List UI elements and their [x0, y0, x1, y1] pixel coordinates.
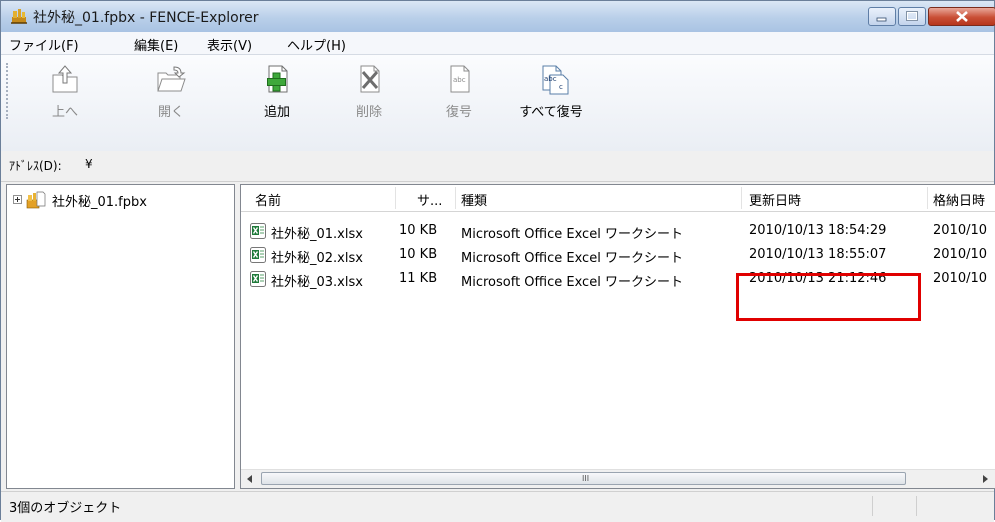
up-label: 上へ — [51, 105, 78, 120]
column-size[interactable]: サ... — [417, 190, 442, 209]
cell-modified: 2010/10/13 18:55:07 — [749, 247, 887, 262]
menu-view[interactable]: 表示(V) — [207, 35, 252, 54]
toolbar-grip[interactable] — [6, 63, 11, 119]
svg-text:c: c — [559, 83, 563, 91]
folder-tree[interactable]: 社外秘_01.fpbx — [6, 184, 235, 489]
column-divider[interactable] — [741, 187, 742, 209]
excel-file-icon — [250, 271, 266, 287]
cell-stored: 2010/10 — [933, 223, 988, 238]
cell-name: 社外秘_03.xlsx — [271, 275, 363, 290]
cell-name: 社外秘_01.xlsx — [271, 227, 363, 242]
scroll-right-icon[interactable] — [983, 475, 988, 483]
add-file-icon — [267, 65, 288, 93]
column-divider[interactable] — [455, 187, 456, 209]
status-bar: 3個のオブジェクト — [1, 491, 994, 522]
decrypt-icon: abc — [450, 65, 470, 93]
delete-button[interactable]: 削除 — [341, 61, 397, 129]
explorer-window: 社外秘_01.fpbx - FENCE-Explorer ファイル(F) 編集(… — [0, 0, 995, 522]
list-header: 名前 サ... 種類 更新日時 格納日時 — [241, 185, 995, 212]
address-input[interactable]: ¥ — [85, 157, 93, 171]
cell-type: Microsoft Office Excel ワークシート — [461, 227, 683, 242]
menu-help[interactable]: ヘルプ(H) — [287, 35, 346, 54]
menu-edit[interactable]: 編集(E) — [134, 35, 178, 54]
column-name[interactable]: 名前 — [255, 190, 281, 209]
archive-icon — [26, 191, 46, 209]
excel-file-icon — [250, 247, 266, 263]
cell-stored: 2010/10 — [933, 271, 988, 286]
file-list: 名前 サ... 種類 更新日時 格納日時 社外秘_01.xlsx 10 KB M… — [240, 184, 995, 489]
maximize-button[interactable] — [898, 7, 926, 26]
up-button[interactable]: 上へ — [37, 61, 93, 129]
title-bar[interactable]: 社外秘_01.fpbx - FENCE-Explorer — [1, 1, 995, 33]
close-button[interactable] — [928, 7, 995, 26]
open-button[interactable]: 開く — [143, 61, 199, 129]
cell-name: 社外秘_02.xlsx — [271, 251, 363, 266]
minimize-icon — [876, 17, 887, 22]
svg-text:abc: abc — [453, 76, 466, 84]
cell-size: 10 KB — [399, 247, 438, 262]
table-row[interactable]: 社外秘_02.xlsx 10 KB Microsoft Office Excel… — [241, 244, 995, 266]
delete-label: 削除 — [355, 105, 382, 120]
highlight-box — [736, 273, 921, 321]
cell-modified: 2010/10/13 18:54:29 — [749, 223, 887, 238]
decrypt-label: 復号 — [445, 105, 472, 120]
cell-size: 10 KB — [399, 223, 438, 238]
scroll-grip: III — [582, 474, 590, 483]
cell-size: 11 KB — [399, 271, 438, 286]
cell-type: Microsoft Office Excel ワークシート — [461, 251, 683, 266]
add-label: 追加 — [263, 105, 290, 120]
status-divider — [872, 496, 873, 516]
excel-file-icon — [250, 223, 266, 239]
menu-file[interactable]: ファイル(F) — [9, 35, 79, 54]
status-text: 3個のオブジェクト — [9, 501, 122, 516]
column-divider[interactable] — [395, 187, 396, 209]
decrypt-all-button[interactable]: abc c すべて復号 — [509, 61, 593, 129]
decrypt-button[interactable]: abc 復号 — [431, 61, 487, 129]
status-divider — [916, 496, 917, 516]
horizontal-scrollbar[interactable]: III — [241, 469, 995, 488]
expand-icon[interactable] — [13, 195, 22, 204]
minimize-button[interactable] — [868, 7, 896, 26]
add-button[interactable]: 追加 — [249, 61, 305, 129]
scroll-thumb[interactable]: III — [261, 472, 906, 485]
column-stored[interactable]: 格納日時 — [933, 190, 985, 209]
address-bar: ｱﾄﾞﾚｽ(D): ¥ — [1, 151, 994, 182]
address-label: ｱﾄﾞﾚｽ(D): — [9, 159, 62, 173]
cell-type: Microsoft Office Excel ワークシート — [461, 275, 683, 290]
tree-item-label: 社外秘_01.fpbx — [52, 195, 147, 210]
delete-file-icon — [360, 65, 380, 93]
folder-open-icon — [157, 66, 186, 92]
scroll-left-icon[interactable] — [247, 475, 252, 483]
column-modified[interactable]: 更新日時 — [749, 190, 801, 209]
app-icon — [11, 9, 27, 24]
menu-bar: ファイル(F) 編集(E) 表示(V) ヘルプ(H) — [1, 32, 994, 55]
close-icon — [956, 11, 968, 22]
table-row[interactable]: 社外秘_01.xlsx 10 KB Microsoft Office Excel… — [241, 220, 995, 242]
column-type[interactable]: 種類 — [461, 190, 487, 209]
toolbar: 上へ 開く 追加 削除 abc 復号 abc c すべて復号 — [1, 55, 994, 152]
decrypt-all-label: すべて復号 — [519, 105, 583, 120]
open-label: 開く — [157, 105, 184, 120]
cell-stored: 2010/10 — [933, 247, 988, 262]
decrypt-all-icon: abc c — [542, 65, 569, 95]
svg-text:abc: abc — [544, 75, 557, 83]
window-title: 社外秘_01.fpbx - FENCE-Explorer — [33, 10, 259, 26]
folder-up-icon — [52, 65, 78, 93]
maximize-icon — [906, 11, 918, 21]
column-divider[interactable] — [927, 187, 928, 209]
